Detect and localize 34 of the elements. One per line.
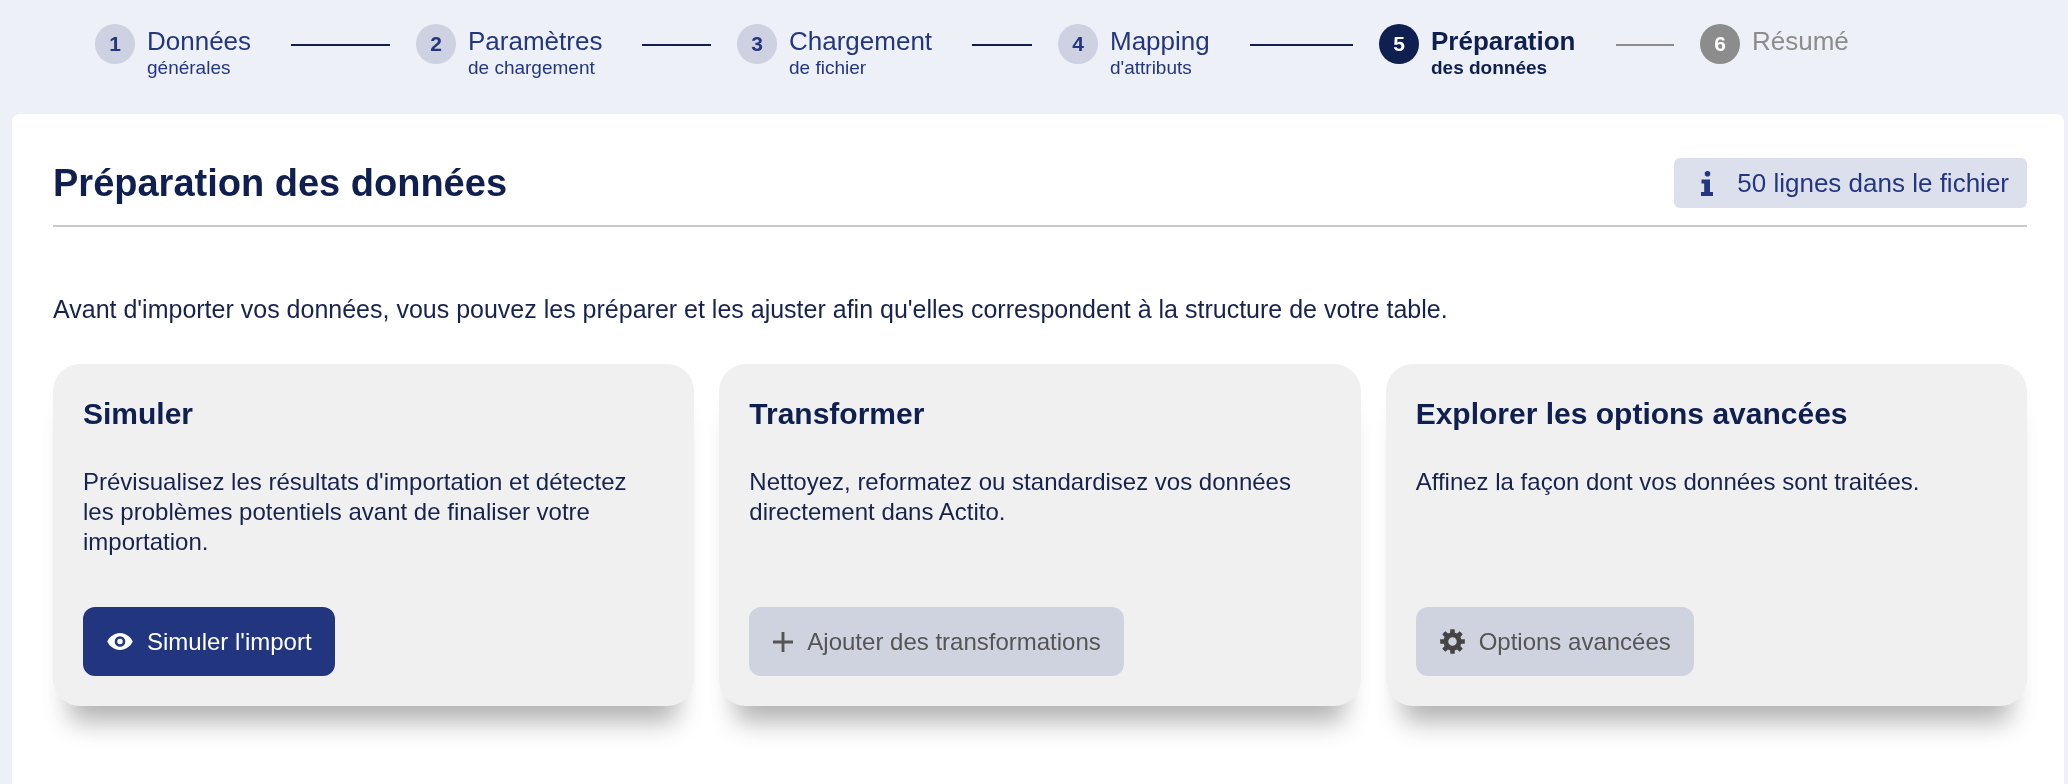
card-description: Affinez la façon dont vos données sont traitées.: [1415, 467, 1920, 497]
card-title: Explorer les options avancées: [1415, 396, 1848, 432]
step-label: Chargement: [789, 26, 933, 56]
card-title: Simuler: [83, 396, 194, 432]
step-sublabel: des données: [1431, 56, 1548, 80]
card-title: Transformer: [749, 396, 925, 432]
settings-icon: [1439, 629, 1465, 654]
step-number: 4: [1058, 24, 1098, 64]
step-connector: [642, 44, 711, 46]
step-label: Paramètres: [468, 26, 603, 56]
card-description: Nettoyez, reformatez ou standardisez vos données directement dans Actito.: [749, 467, 1292, 527]
card-description: Prévisualisez les résultats d'importation et détectez les problèmes potentiels avant de finaliser votre importation.: [83, 467, 628, 557]
step-sublabel: d'attributs: [1110, 56, 1192, 80]
step-label: Données: [147, 26, 252, 56]
page-description: Avant d'importer vos données, vous pouvez les préparer et les ajuster afin qu'elles correspondent à la structure de votre table.: [53, 294, 1449, 325]
eye-icon: [107, 633, 133, 650]
line-count-text: 50 lignes dans le fichier: [1737, 167, 2009, 199]
page-title: Préparation des données: [53, 161, 507, 206]
step-sublabel: de chargement: [468, 56, 595, 80]
step-sublabel: générales: [147, 56, 231, 80]
step-number: 6: [1700, 24, 1740, 64]
info-icon: [1701, 170, 1714, 196]
step-connector: [1615, 44, 1674, 46]
step-number: 2: [416, 24, 456, 64]
step-label: Résumé: [1752, 26, 1849, 56]
step-label: Préparation: [1431, 26, 1576, 56]
plus-icon: [773, 631, 794, 652]
step-sublabel: de fichier: [789, 56, 867, 80]
step-number: 5: [1379, 24, 1419, 64]
simulate-import-button[interactable]: Simuler l'import: [83, 607, 335, 676]
step-label: Mapping: [1110, 26, 1210, 56]
step-connector: [972, 44, 1032, 46]
step-number: 1: [95, 24, 135, 64]
step-number: 3: [737, 24, 777, 64]
